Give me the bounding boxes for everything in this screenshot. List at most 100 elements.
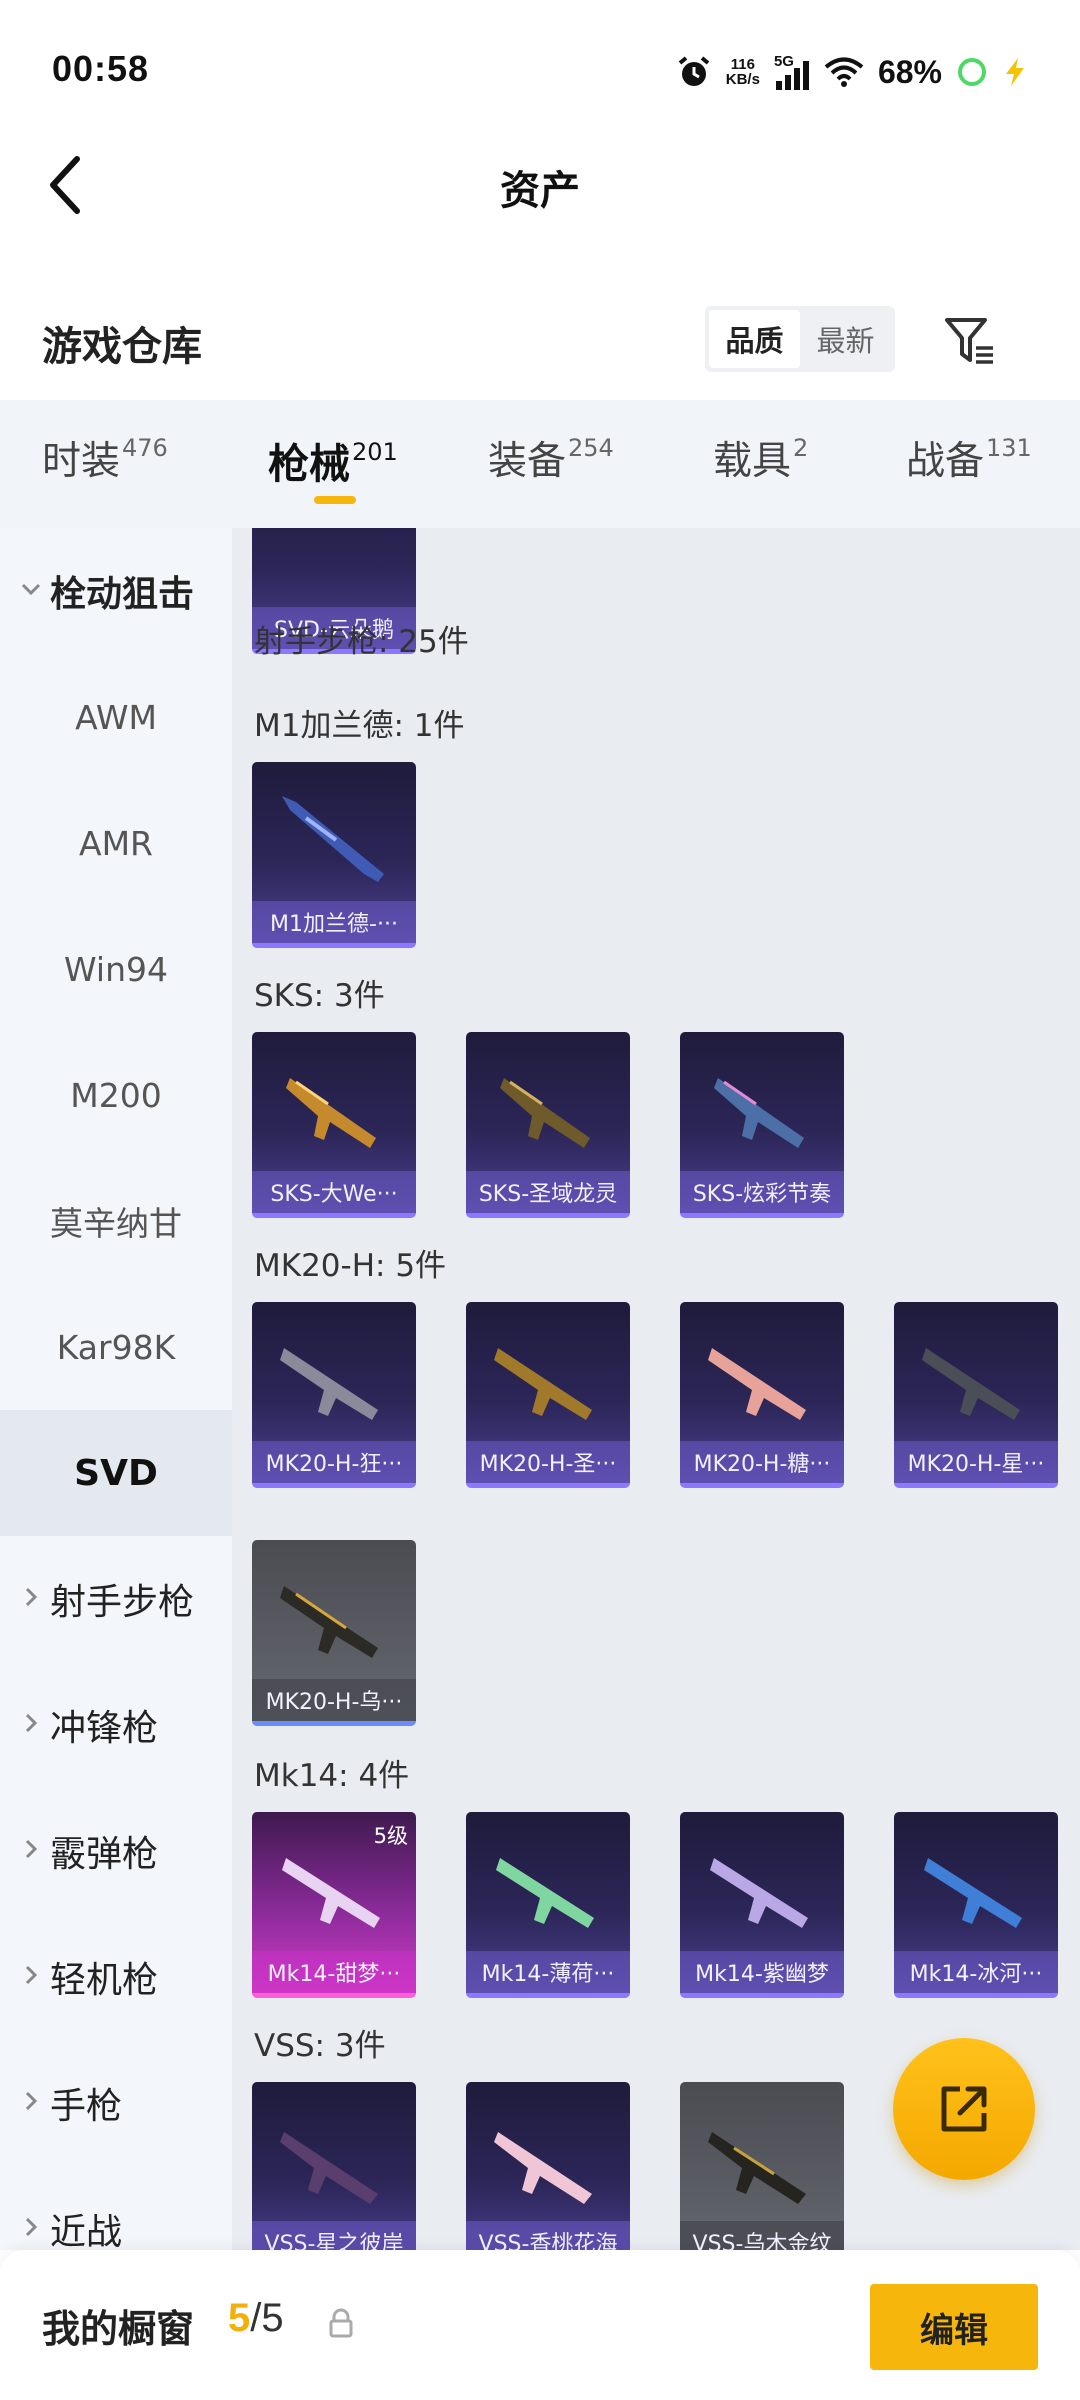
section-title: M1加兰德: 1件 xyxy=(254,708,465,744)
weapon-card[interactable]: Mk14-薄荷··· xyxy=(466,1812,630,1998)
status-time: 00:58 xyxy=(52,48,150,89)
weapon-card-label: MK20-H-狂··· xyxy=(252,1441,416,1483)
sidebar-item-label: 莫辛纳甘 xyxy=(50,1204,182,1243)
sidebar-group-smg[interactable]: 冲锋枪 xyxy=(0,1662,232,1788)
showcase-label: 我的橱窗 xyxy=(42,2307,195,2351)
weapon-card[interactable]: 5级 Mk14-甜梦··· xyxy=(252,1812,416,1998)
cell-signal: 5G xyxy=(774,54,810,91)
sidebar-item-svd[interactable]: SVD xyxy=(0,1410,232,1536)
rifle-image xyxy=(280,2132,378,2204)
warehouse-title: 游戏仓库 xyxy=(42,324,202,370)
status-icons: 116 KB/s 5G 68% xyxy=(676,48,1028,96)
filter-icon xyxy=(945,318,993,364)
tab-supplies[interactable]: 战备131 xyxy=(906,430,1032,520)
tab-guns[interactable]: 枪械201 xyxy=(268,430,398,520)
tab-label: 载具 xyxy=(713,439,792,484)
weapon-card[interactable]: SKS-圣域龙灵 xyxy=(466,1032,630,1218)
sidebar-item-label: 手枪 xyxy=(50,2086,123,2127)
signal-icon xyxy=(775,60,809,90)
rifle-image xyxy=(494,1348,592,1420)
weapon-card[interactable]: MK20-H-圣··· xyxy=(466,1302,630,1488)
sidebar-item-label: 射手步枪 xyxy=(50,1582,195,1623)
category-tabs: 时装476 枪械201 装备254 载具2 战备131 xyxy=(0,400,1080,528)
weapon-card-label: MK20-H-乌··· xyxy=(252,1679,416,1721)
sidebar-group-melee[interactable]: 近战 xyxy=(0,2166,232,2250)
active-tab-indicator xyxy=(314,496,356,504)
weapon-card-label: Mk14-甜梦··· xyxy=(252,1951,416,1993)
tab-count: 131 xyxy=(986,434,1032,462)
weapon-card[interactable]: Mk14-冰河··· xyxy=(894,1812,1058,1998)
weapon-card-label: SKS-炫彩节奏 xyxy=(680,1171,844,1213)
rifle-image xyxy=(714,1078,804,1148)
weapon-card[interactable]: VSS-香桃花海 xyxy=(466,2082,630,2250)
sidebar-group-marksman-rifle[interactable]: 射手步枪 xyxy=(0,1536,232,1662)
weapon-card[interactable]: MK20-H-糖··· xyxy=(680,1302,844,1488)
weapon-card[interactable]: SKS-炫彩节奏 xyxy=(680,1032,844,1218)
edit-button[interactable]: 编辑 xyxy=(870,2284,1038,2370)
tab-fashion[interactable]: 时装476 xyxy=(42,430,168,520)
sidebar-group-bolt-action[interactable]: 栓动狙击 xyxy=(0,528,232,654)
sidebar-item-m200[interactable]: M200 xyxy=(0,1032,232,1158)
filter-button[interactable] xyxy=(935,306,1005,376)
sidebar-group-lmg[interactable]: 轻机枪 xyxy=(0,1914,232,2040)
weapon-card-label: MK20-H-圣··· xyxy=(466,1441,630,1483)
sidebar-item-label: 霰弹枪 xyxy=(50,1834,159,1875)
rifle-image xyxy=(494,2132,592,2204)
sidebar-item-label: 近战 xyxy=(50,2212,123,2250)
sidebar-item-label: M200 xyxy=(70,1075,162,1115)
alarm-icon xyxy=(678,56,710,86)
category-header: 射手步枪: 25件 xyxy=(254,624,469,660)
weapon-card[interactable]: Mk14-紫幽梦 xyxy=(680,1812,844,1998)
lock-icon xyxy=(329,2308,353,2338)
rifle-image xyxy=(500,1078,590,1148)
weapon-card[interactable]: M1加兰德-··· xyxy=(252,762,416,948)
weapon-card[interactable]: VSS-星之彼岸 xyxy=(252,2082,416,2250)
sidebar-item-mosin-nagant[interactable]: 莫辛纳甘 xyxy=(0,1158,232,1284)
sidebar-item-amr[interactable]: AMR xyxy=(0,780,232,906)
rifle-image xyxy=(496,1858,594,1928)
tab-equipment[interactable]: 装备254 xyxy=(488,430,614,520)
sidebar-group-pistol[interactable]: 手枪 xyxy=(0,2040,232,2166)
battery-ring-icon xyxy=(958,58,986,86)
sidebar-item-awm[interactable]: AWM xyxy=(0,654,232,780)
tab-count: 254 xyxy=(568,434,614,462)
sort-option-newest[interactable]: 最新 xyxy=(800,310,891,368)
weapon-card-label: M1加兰德-··· xyxy=(252,901,416,943)
sidebar-item-label: SVD xyxy=(74,1452,158,1494)
weapon-card-label: SKS-圣域龙灵 xyxy=(466,1171,630,1213)
tab-label: 装备 xyxy=(488,439,567,484)
section-title: Mk14: 4件 xyxy=(254,1758,410,1794)
tab-label: 战备 xyxy=(906,439,985,484)
page-title: 资产 xyxy=(500,168,580,214)
rifle-image xyxy=(708,1348,806,1420)
weapon-type-sidebar: 栓动狙击 AWM AMR Win94 M200 莫辛纳甘 Kar98K SVD … xyxy=(0,528,232,2250)
weapon-card[interactable]: SKS-大We··· xyxy=(252,1032,416,1218)
weapon-card[interactable]: MK20-H-星··· xyxy=(894,1302,1058,1488)
weapon-card[interactable]: MK20-H-乌··· xyxy=(252,1540,416,1726)
sidebar-group-shotgun[interactable]: 霰弹枪 xyxy=(0,1788,232,1914)
weapon-card[interactable]: MK20-H-狂··· xyxy=(252,1302,416,1488)
chevron-right-icon xyxy=(25,1965,38,1985)
tab-vehicles[interactable]: 载具2 xyxy=(713,430,808,520)
sidebar-item-label: Kar98K xyxy=(56,1327,176,1367)
rifle-image xyxy=(282,796,384,882)
sidebar-item-label: AWM xyxy=(75,697,157,737)
showcase-count: 5/5 xyxy=(228,2296,284,2341)
rifle-image xyxy=(280,1586,378,1658)
net-speed-unit: KB/s xyxy=(725,71,760,88)
section-title: MK20-H: 5件 xyxy=(254,1248,447,1284)
sidebar-item-win94[interactable]: Win94 xyxy=(0,906,232,1032)
weapon-card-label: Mk14-薄荷··· xyxy=(466,1951,630,1993)
weapon-card[interactable]: VSS-乌木金纹 xyxy=(680,2082,844,2250)
sort-option-quality[interactable]: 品质 xyxy=(709,310,800,368)
chevron-right-icon xyxy=(25,2091,38,2111)
rifle-image xyxy=(708,2132,806,2204)
tab-count: 201 xyxy=(352,438,398,466)
rifle-image xyxy=(280,1348,378,1420)
rifle-image xyxy=(286,1078,376,1148)
showcase-total: 5 xyxy=(261,2296,284,2340)
showcase-separator: / xyxy=(250,2296,262,2340)
share-button[interactable] xyxy=(893,2038,1035,2180)
sidebar-item-kar98k[interactable]: Kar98K xyxy=(0,1284,232,1410)
chevron-right-icon xyxy=(25,1587,38,1607)
